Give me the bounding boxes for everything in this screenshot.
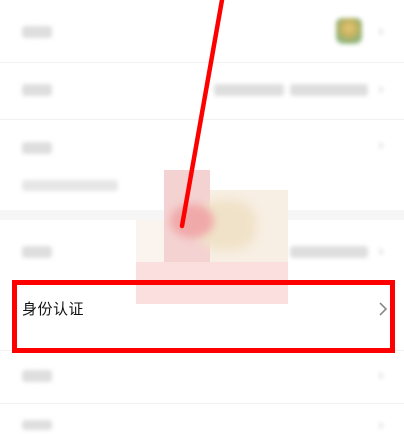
row-value-blurred: [290, 84, 368, 96]
row-value-blurred: [290, 246, 368, 258]
row-label-blurred: [22, 420, 52, 430]
chevron-right-icon: ›: [378, 242, 384, 260]
chevron-right-icon: ›: [378, 136, 384, 154]
settings-row[interactable]: ›: [0, 404, 404, 433]
row-label-blurred: [22, 142, 52, 154]
chevron-right-icon: ›: [378, 416, 384, 434]
row-label-blurred: [22, 26, 52, 38]
row-label-blurred: [22, 84, 52, 96]
chevron-right-icon: ›: [378, 366, 384, 384]
pixelated-overlay: [136, 170, 288, 304]
row-value-blurred: [214, 84, 284, 96]
settings-screen: › › › › 身份认证 › ›: [0, 0, 404, 433]
avatar: [336, 18, 362, 44]
chevron-right-icon: ›: [378, 22, 384, 40]
settings-row[interactable]: ›: [0, 351, 404, 403]
chevron-right-icon: ›: [378, 80, 384, 98]
avatar-row[interactable]: ›: [0, 0, 404, 62]
row-label-blurred: [22, 370, 52, 382]
chevron-right-icon: [379, 302, 388, 316]
row-label-blurred: [22, 246, 52, 258]
nickname-row[interactable]: ›: [0, 63, 404, 119]
row-subtext-blurred: [22, 180, 118, 191]
identity-verification-label: 身份认证: [22, 300, 85, 318]
